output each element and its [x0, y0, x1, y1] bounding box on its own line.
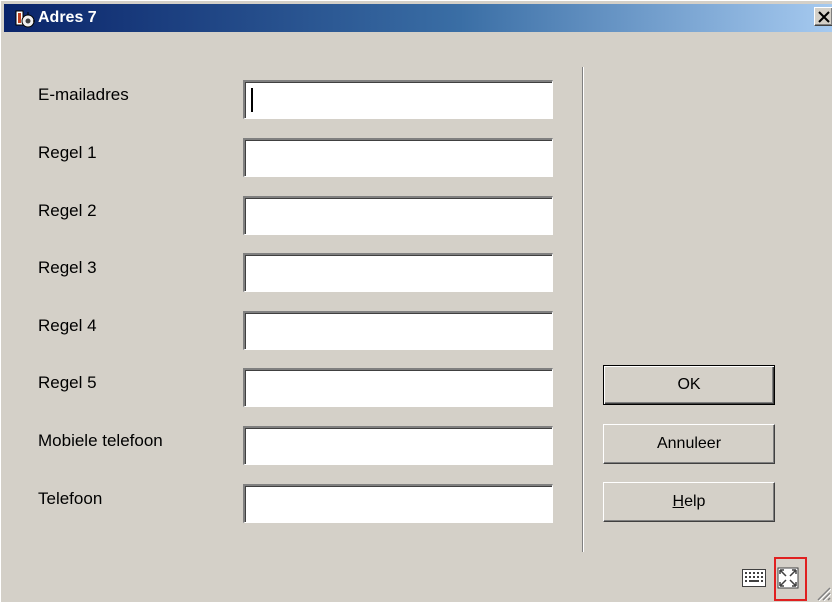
email-field[interactable] — [243, 80, 553, 119]
cancel-button-label: Annuleer — [656, 435, 722, 452]
cancel-button[interactable]: Annuleer — [603, 424, 775, 464]
label-mobile-phone: Mobiele telefoon — [38, 431, 163, 450]
keyboard-icon[interactable] — [742, 569, 766, 587]
mobile-phone-field[interactable] — [243, 426, 553, 465]
label-phone: Telefoon — [38, 489, 103, 508]
label-regel-2: Regel 2 — [38, 201, 97, 220]
help-accelerator: H — [672, 493, 685, 510]
regel-2-field[interactable] — [243, 196, 553, 235]
label-regel-5: Regel 5 — [38, 373, 97, 392]
help-button[interactable]: Help — [603, 482, 775, 522]
title-bar[interactable]: Adres 7 — [4, 4, 832, 32]
library-app-icon — [15, 10, 35, 28]
ok-button[interactable]: OK — [603, 365, 775, 405]
close-button[interactable] — [814, 7, 832, 26]
label-regel-1: Regel 1 — [38, 143, 97, 162]
close-icon — [818, 11, 830, 23]
label-email: E-mailadres — [38, 85, 129, 104]
maximize-icon[interactable] — [777, 567, 799, 589]
ok-button-label: OK — [677, 376, 701, 393]
regel-4-field[interactable] — [243, 311, 553, 350]
label-regel-4: Regel 4 — [38, 316, 97, 335]
help-button-label: elp — [684, 493, 706, 510]
regel-5-field[interactable] — [243, 368, 553, 407]
text-caret — [251, 88, 253, 112]
resize-grip-icon[interactable] — [815, 585, 831, 601]
window-title: Adres 7 — [38, 9, 97, 26]
dialog-window: Adres 7 E-mailadres Regel 1 Regel 2 Rege… — [0, 0, 832, 602]
vertical-divider — [582, 67, 584, 552]
regel-3-field[interactable] — [243, 253, 553, 292]
regel-1-field[interactable] — [243, 138, 553, 177]
label-regel-3: Regel 3 — [38, 258, 97, 277]
phone-field[interactable] — [243, 484, 553, 523]
